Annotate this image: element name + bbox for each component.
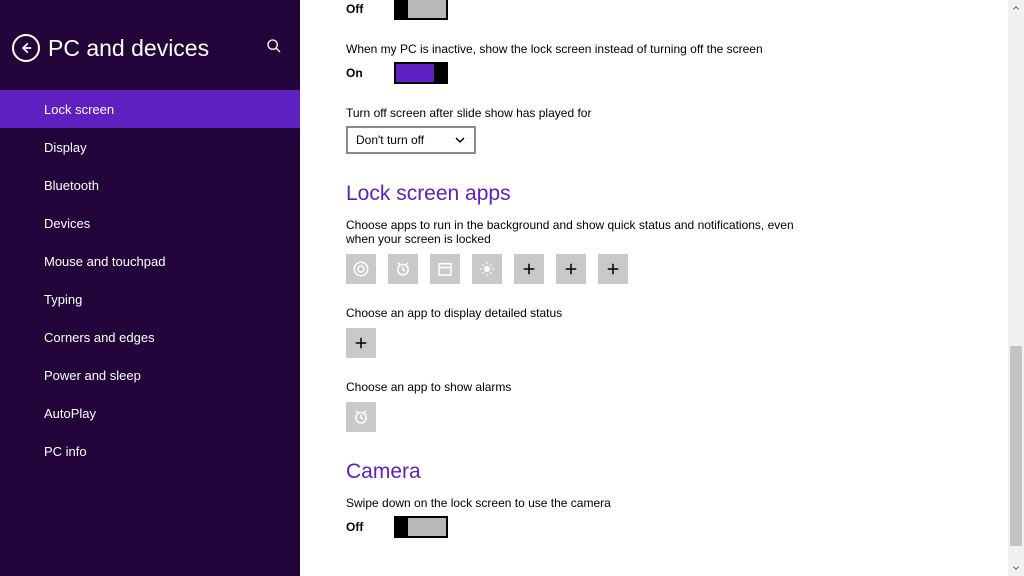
toggle-knob bbox=[396, 0, 408, 18]
setting-label: Choose an app to display detailed status bbox=[346, 306, 1024, 320]
main-content: Play a slide show when using battery pow… bbox=[300, 0, 1024, 576]
setting-row: Off bbox=[346, 516, 1024, 538]
app-tile-alarm[interactable] bbox=[388, 254, 418, 284]
add-app-tile[interactable] bbox=[556, 254, 586, 284]
sidebar-item-power-sleep[interactable]: Power and sleep bbox=[0, 356, 300, 394]
sidebar-item-corners-edges[interactable]: Corners and edges bbox=[0, 318, 300, 356]
setting-inactive-lockscreen: When my PC is inactive, show the lock sc… bbox=[346, 42, 1024, 84]
dropdown-turnoff-screen[interactable]: Don't turn off bbox=[346, 126, 476, 154]
sidebar-item-autoplay[interactable]: AutoPlay bbox=[0, 394, 300, 432]
app-window: PC and devices Lock screen Display Bluet… bbox=[0, 0, 1024, 576]
chevron-down-icon bbox=[454, 134, 466, 146]
sidebar-item-bluetooth[interactable]: Bluetooth bbox=[0, 166, 300, 204]
alarm-icon bbox=[394, 260, 412, 278]
scroll-thumb[interactable] bbox=[1010, 346, 1022, 546]
scroll-track[interactable] bbox=[1008, 16, 1024, 560]
sidebar-item-label: Mouse and touchpad bbox=[44, 254, 165, 269]
sidebar-item-devices[interactable]: Devices bbox=[0, 204, 300, 242]
alarms-tiles bbox=[346, 402, 1024, 432]
setting-slideshow-battery: Play a slide show when using battery pow… bbox=[346, 0, 1024, 20]
plus-icon bbox=[604, 260, 622, 278]
back-button[interactable] bbox=[12, 34, 40, 62]
scroll-up-button[interactable] bbox=[1008, 0, 1024, 16]
toggle-state-text: Off bbox=[346, 520, 376, 534]
alarm-app-tile[interactable] bbox=[346, 402, 376, 432]
plus-icon bbox=[562, 260, 580, 278]
section-title-lock-apps: Lock screen apps bbox=[346, 182, 1024, 206]
sidebar-item-label: AutoPlay bbox=[44, 406, 96, 421]
toggle-state-text: Off bbox=[346, 2, 376, 16]
sidebar-item-typing[interactable]: Typing bbox=[0, 280, 300, 318]
search-icon bbox=[266, 38, 282, 54]
sidebar-item-pc-info[interactable]: PC info bbox=[0, 432, 300, 470]
dropdown-value: Don't turn off bbox=[356, 133, 424, 147]
sidebar-item-label: PC info bbox=[44, 444, 87, 459]
add-detailed-app-tile[interactable] bbox=[346, 328, 376, 358]
setting-detailed-status-app: Choose an app to display detailed status bbox=[346, 306, 1024, 358]
sidebar-item-label: Bluetooth bbox=[44, 178, 99, 193]
sidebar-item-label: Display bbox=[44, 140, 87, 155]
calendar-icon bbox=[436, 260, 454, 278]
toggle-knob bbox=[396, 518, 408, 536]
setting-row: On bbox=[346, 62, 1024, 84]
setting-label: Choose apps to run in the background and… bbox=[346, 218, 806, 246]
weather-icon bbox=[478, 260, 496, 278]
sidebar-header: PC and devices bbox=[0, 18, 300, 78]
setting-row: Off bbox=[346, 0, 1024, 20]
back-arrow-icon bbox=[19, 41, 33, 55]
sidebar-item-label: Lock screen bbox=[44, 102, 114, 117]
setting-alarms-app: Choose an app to show alarms bbox=[346, 380, 1024, 432]
app-tile-network[interactable] bbox=[346, 254, 376, 284]
setting-label: Choose an app to show alarms bbox=[346, 380, 1024, 394]
nav-list: Lock screen Display Bluetooth Devices Mo… bbox=[0, 90, 300, 470]
quick-status-tiles bbox=[346, 254, 1024, 284]
alarm-icon bbox=[352, 408, 370, 426]
toggle-knob bbox=[434, 64, 446, 82]
setting-label: Swipe down on the lock screen to use the… bbox=[346, 496, 1024, 510]
toggle-slideshow-battery[interactable] bbox=[394, 0, 448, 20]
sidebar: PC and devices Lock screen Display Bluet… bbox=[0, 0, 300, 576]
chevron-down-icon bbox=[1012, 564, 1020, 572]
toggle-inactive-lockscreen[interactable] bbox=[394, 62, 448, 84]
setting-quick-status-apps: Choose apps to run in the background and… bbox=[346, 218, 1024, 284]
add-app-tile[interactable] bbox=[514, 254, 544, 284]
app-tile-weather[interactable] bbox=[472, 254, 502, 284]
page-title: PC and devices bbox=[48, 35, 266, 62]
setting-label: Turn off screen after slide show has pla… bbox=[346, 106, 1024, 120]
add-app-tile[interactable] bbox=[598, 254, 628, 284]
content-panel: Play a slide show when using battery pow… bbox=[346, 0, 1024, 538]
section-title-camera: Camera bbox=[346, 460, 1024, 484]
setting-camera-swipe: Swipe down on the lock screen to use the… bbox=[346, 496, 1024, 538]
plus-icon bbox=[520, 260, 538, 278]
sidebar-item-label: Typing bbox=[44, 292, 82, 307]
setting-turnoff-screen: Turn off screen after slide show has pla… bbox=[346, 106, 1024, 154]
scroll-down-button[interactable] bbox=[1008, 560, 1024, 576]
vertical-scrollbar[interactable] bbox=[1008, 0, 1024, 576]
setting-label: When my PC is inactive, show the lock sc… bbox=[346, 42, 1024, 56]
sidebar-item-label: Corners and edges bbox=[44, 330, 155, 345]
search-button[interactable] bbox=[266, 38, 282, 59]
chevron-up-icon bbox=[1012, 4, 1020, 12]
network-icon bbox=[352, 260, 370, 278]
sidebar-item-mouse-touchpad[interactable]: Mouse and touchpad bbox=[0, 242, 300, 280]
sidebar-item-lock-screen[interactable]: Lock screen bbox=[0, 90, 300, 128]
sidebar-item-display[interactable]: Display bbox=[0, 128, 300, 166]
plus-icon bbox=[352, 334, 370, 352]
detailed-status-tiles bbox=[346, 328, 1024, 358]
sidebar-item-label: Power and sleep bbox=[44, 368, 141, 383]
toggle-camera-swipe[interactable] bbox=[394, 516, 448, 538]
app-tile-calendar[interactable] bbox=[430, 254, 460, 284]
toggle-state-text: On bbox=[346, 66, 376, 80]
sidebar-item-label: Devices bbox=[44, 216, 90, 231]
